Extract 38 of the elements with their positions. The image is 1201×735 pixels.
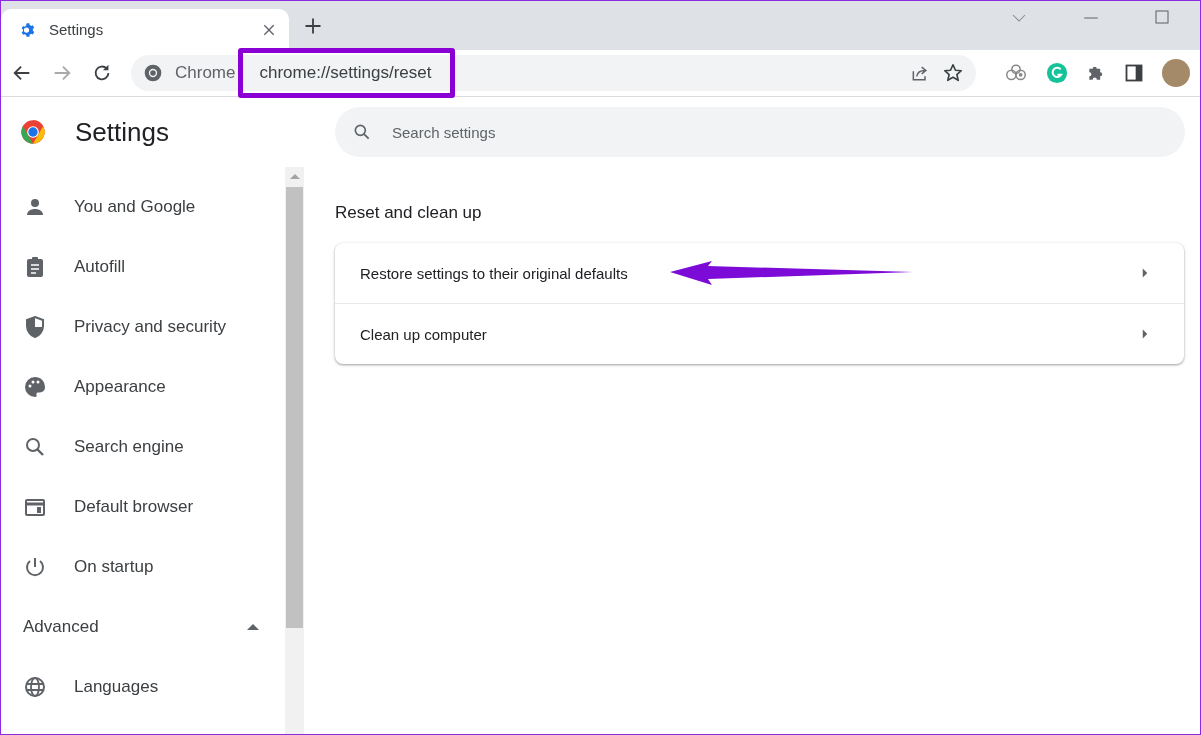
star-icon[interactable] — [942, 62, 964, 84]
scroll-up-icon[interactable] — [289, 174, 300, 179]
caret-right-icon — [1142, 329, 1148, 339]
shield-icon — [23, 315, 47, 339]
advanced-toggle[interactable]: Advanced — [1, 597, 285, 657]
palette-icon — [23, 375, 47, 399]
settings-row[interactable]: Restore settings to their original defaults — [335, 243, 1184, 303]
chrome-logo-icon — [19, 118, 47, 146]
sidebar-item[interactable]: Default browser — [1, 477, 285, 537]
search-field[interactable]: Search settings — [335, 107, 1185, 157]
sidebar-item[interactable]: Privacy and security — [1, 297, 285, 357]
caret-up-icon — [247, 623, 259, 631]
side-panel-icon[interactable] — [1124, 63, 1144, 83]
caret-right-icon — [1142, 268, 1148, 278]
scrollbar-thumb[interactable] — [286, 187, 303, 628]
settings-icon — [19, 20, 37, 39]
avatar[interactable] — [1162, 59, 1190, 87]
sidebar-item[interactable]: You and Google — [1, 177, 285, 237]
page-title: Settings — [75, 116, 169, 148]
maximize-icon[interactable] — [1154, 9, 1170, 25]
power-icon — [23, 555, 47, 579]
globe-icon — [23, 675, 47, 699]
extension-icon[interactable] — [1004, 63, 1028, 83]
browser-tab[interactable]: Settings — [1, 9, 289, 50]
grammar-extension-icon[interactable] — [1046, 62, 1068, 84]
site-label: Chrome — [175, 63, 236, 83]
sidebar-item[interactable]: Languages — [1, 657, 285, 717]
sidebar-item[interactable]: Appearance — [1, 357, 285, 417]
chrome-logo-icon — [143, 63, 163, 83]
sidebar-item[interactable]: Search engine — [1, 417, 285, 477]
scrollbar[interactable] — [285, 167, 304, 734]
section-title: Reset and clean up — [335, 203, 483, 223]
sidebar-item[interactable]: On startup — [1, 537, 285, 597]
settings-row[interactable]: Clean up computer — [335, 303, 1184, 364]
search-icon — [352, 122, 372, 142]
address-bar[interactable]: Chrome chrome://settings/reset — [131, 55, 976, 91]
url-text: chrome://settings/reset — [259, 63, 432, 83]
sidebar-item[interactable]: Autofill — [1, 237, 285, 297]
